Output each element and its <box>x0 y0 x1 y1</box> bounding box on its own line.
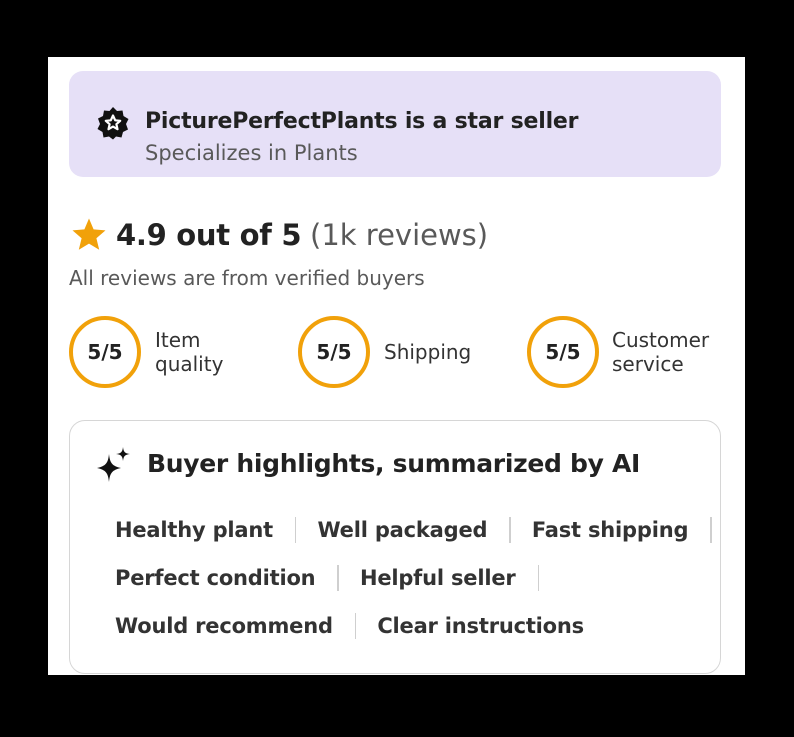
seller-specialty: Specializes in Plants <box>145 141 358 165</box>
star-icon <box>72 218 106 250</box>
highlight-tag: Clear instructions <box>377 614 584 638</box>
review-count[interactable]: (1k reviews) <box>310 217 488 253</box>
score-label-line: Customer <box>612 328 710 352</box>
tag-divider <box>354 613 357 639</box>
tag-divider <box>509 517 511 543</box>
buyer-highlights-card: Buyer highlights, summarized by AI Healt… <box>69 420 721 674</box>
score-label-line: service <box>612 352 684 376</box>
highlight-tag: Perfect condition <box>115 566 316 590</box>
star-seller-title: PicturePerfectPlants is a star seller <box>145 109 579 134</box>
score-badge: 5/5 <box>69 316 141 388</box>
tag-divider <box>337 565 339 591</box>
score-item-quality: 5/5 Item quality <box>69 316 269 390</box>
score-label: Item quality <box>155 328 275 376</box>
highlight-tag: Well packaged <box>317 518 488 542</box>
sparkle-icon <box>97 447 130 482</box>
highlight-tag: Would recommend <box>115 614 333 638</box>
highlight-row: Perfect condition Helpful seller <box>115 564 560 592</box>
score-badge: 5/5 <box>527 316 599 388</box>
score-item-customer-service: 5/5 Customer service <box>527 316 737 390</box>
score-badge: 5/5 <box>298 316 370 388</box>
tag-divider <box>294 517 297 543</box>
highlight-tag: Fast shipping <box>531 518 689 542</box>
tag-divider <box>710 517 712 543</box>
rating-score: 4.9 out of 5 <box>116 218 302 252</box>
score-label-line: quality <box>155 352 224 376</box>
tag-divider <box>537 565 540 591</box>
highlights-title: Buyer highlights, summarized by AI <box>147 449 641 478</box>
score-label: Customer service <box>612 328 732 376</box>
score-label-line: Item <box>155 328 201 352</box>
highlight-row: Would recommend Clear instructions <box>115 612 584 640</box>
highlight-tag: Healthy plant <box>115 518 273 542</box>
star-seller-banner[interactable]: PicturePerfectPlants is a star seller Sp… <box>69 71 721 177</box>
score-item-shipping: 5/5 Shipping <box>298 316 498 390</box>
seller-reviews-panel: PicturePerfectPlants is a star seller Sp… <box>48 57 745 675</box>
highlight-tag: Helpful seller <box>359 566 516 590</box>
star-badge-icon <box>97 107 129 140</box>
highlight-row: Healthy plant Well packaged Fast shippin… <box>115 516 733 544</box>
score-label-line: Shipping <box>384 340 472 364</box>
verified-buyers-note: All reviews are from verified buyers <box>69 266 425 290</box>
score-label: Shipping <box>384 340 504 364</box>
